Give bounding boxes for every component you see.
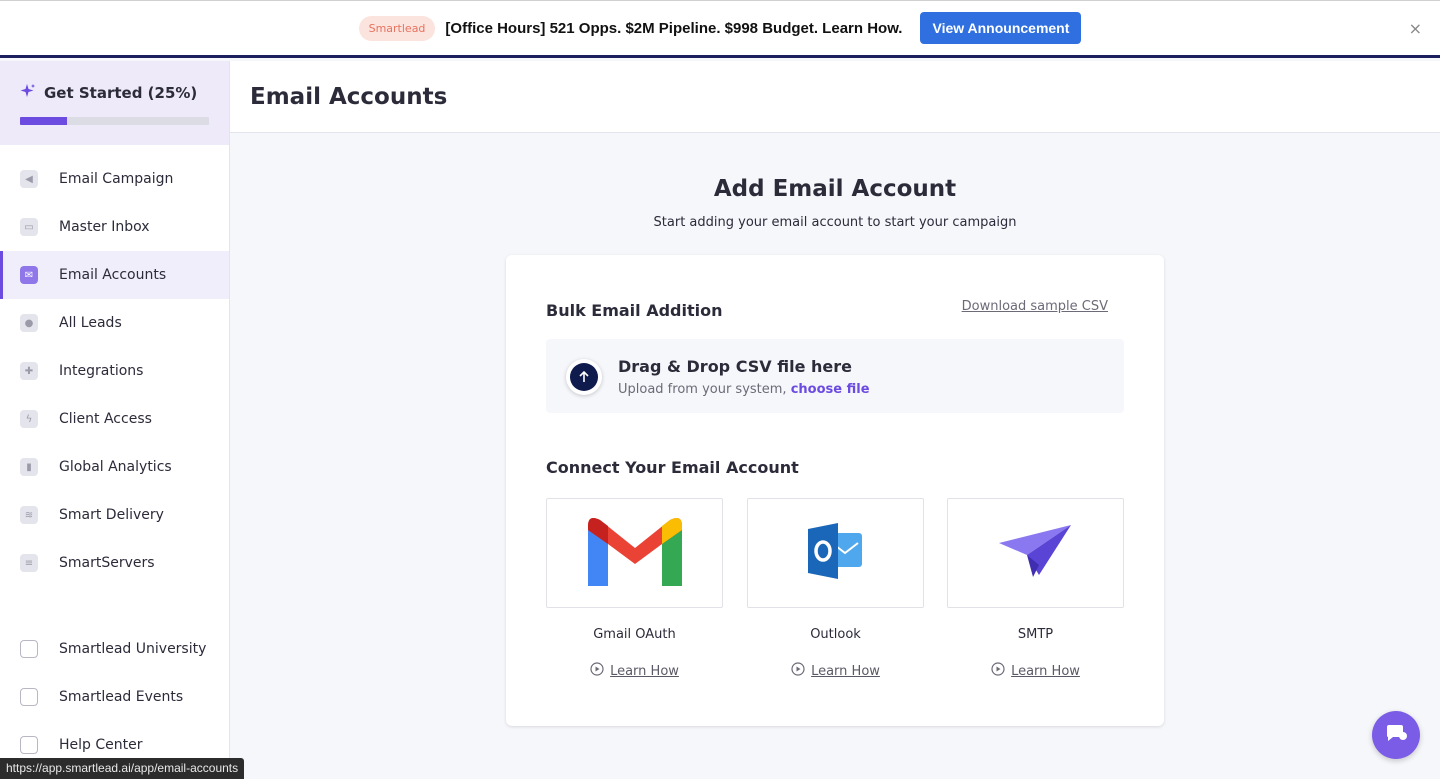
sidebar-item-email-accounts[interactable]: ✉ Email Accounts xyxy=(0,251,229,299)
page-header: Email Accounts xyxy=(230,61,1440,133)
mail-icon: ✉ xyxy=(20,266,38,284)
connect-account-title: Connect Your Email Account xyxy=(546,458,799,477)
outlook-learn-how-link[interactable]: Learn How xyxy=(747,662,924,680)
sidebar-item-integrations[interactable]: ✚ Integrations xyxy=(0,347,229,395)
add-account-card: Bulk Email Addition Download sample CSV … xyxy=(506,255,1164,726)
sidebar-item-label: Global Analytics xyxy=(59,459,172,475)
outlook-label: Outlook xyxy=(810,627,861,642)
gmail-oauth-card[interactable] xyxy=(546,498,723,608)
download-sample-csv-link[interactable]: Download sample CSV xyxy=(962,299,1108,314)
sidebar-item-label: Email Accounts xyxy=(59,267,167,283)
sidebar-item-smart-delivery[interactable]: ≋ Smart Delivery xyxy=(0,491,229,539)
outlook-icon xyxy=(807,523,864,583)
play-circle-icon xyxy=(590,662,604,680)
smtp-card[interactable] xyxy=(947,498,1124,608)
dropzone-subtitle-text: Upload from your system, xyxy=(618,382,791,397)
sidebar-item-label: Email Campaign xyxy=(59,171,174,187)
puzzle-icon: ✚ xyxy=(20,362,38,380)
bar-chart-icon: ▮ xyxy=(20,458,38,476)
events-icon xyxy=(20,688,38,706)
sidebar-item-label: Help Center xyxy=(59,737,143,753)
leads-icon: ● xyxy=(20,314,38,332)
gmail-learn-how-link[interactable]: Learn How xyxy=(546,662,723,680)
sidebar-nav: ◀ Email Campaign ▭ Master Inbox ✉ Email … xyxy=(0,155,229,587)
sidebar-bottom-nav: Smartlead University Smartlead Events He… xyxy=(0,625,229,769)
bulk-email-title: Bulk Email Addition xyxy=(546,301,723,320)
view-announcement-button[interactable]: View Announcement xyxy=(920,12,1082,44)
sidebar-item-label: Smartlead Events xyxy=(59,689,184,705)
progress-fill xyxy=(20,117,68,125)
sidebar-item-global-analytics[interactable]: ▮ Global Analytics xyxy=(0,443,229,491)
close-icon[interactable]: × xyxy=(1409,19,1422,38)
dropzone-subtitle: Upload from your system, choose file xyxy=(618,382,870,397)
smtp-label: SMTP xyxy=(1017,627,1054,642)
server-icon: ≡ xyxy=(20,554,38,572)
dropzone-title: Drag & Drop CSV file here xyxy=(618,357,852,376)
add-account-subtitle: Start adding your email account to start… xyxy=(653,215,1017,230)
chat-support-button[interactable] xyxy=(1372,711,1420,759)
csv-dropzone[interactable]: Drag & Drop CSV file here Upload from yo… xyxy=(546,339,1124,413)
sidebar-item-label: Smartlead University xyxy=(59,641,207,657)
get-started-panel[interactable]: Get Started (25%) xyxy=(0,61,229,145)
sparkle-icon xyxy=(20,83,36,103)
paper-plane-icon xyxy=(998,525,1073,581)
sidebar-item-smartlead-university[interactable]: Smartlead University xyxy=(0,625,229,673)
sidebar-item-client-access[interactable]: ϟ Client Access xyxy=(0,395,229,443)
chat-icon xyxy=(1384,721,1408,749)
get-started-label: Get Started (25%) xyxy=(44,84,198,102)
add-account-title: Add Email Account xyxy=(713,176,957,202)
get-started-progress xyxy=(20,117,209,125)
gmail-icon xyxy=(587,516,682,590)
status-bar-url: https://app.smartlead.ai/app/email-accou… xyxy=(0,758,245,779)
sidebar-item-email-campaign[interactable]: ◀ Email Campaign xyxy=(0,155,229,203)
play-circle-icon xyxy=(791,662,805,680)
inbox-icon: ▭ xyxy=(20,218,38,236)
upload-icon xyxy=(566,359,602,395)
sidebar-item-all-leads[interactable]: ● All Leads xyxy=(0,299,229,347)
sidebar-item-label: All Leads xyxy=(59,315,122,331)
sidebar-item-master-inbox[interactable]: ▭ Master Inbox xyxy=(0,203,229,251)
sidebar-item-label: Integrations xyxy=(59,363,144,379)
page-title: Email Accounts xyxy=(250,83,448,110)
sidebar-item-label: SmartServers xyxy=(59,555,155,571)
megaphone-icon: ◀ xyxy=(20,170,38,188)
outlook-card[interactable] xyxy=(747,498,924,608)
sidebar-item-smartlead-events[interactable]: Smartlead Events xyxy=(0,673,229,721)
banner-tag: Smartlead xyxy=(358,15,436,41)
play-circle-icon xyxy=(991,662,1005,680)
sidebar-item-label: Master Inbox xyxy=(59,219,150,235)
smtp-learn-how-link[interactable]: Learn How xyxy=(947,662,1124,680)
learn-how-label: Learn How xyxy=(811,663,880,679)
learn-how-label: Learn How xyxy=(610,663,679,679)
layers-icon: ≋ xyxy=(20,506,38,524)
sidebar: Get Started (25%) ◀ Email Campaign ▭ Mas… xyxy=(0,61,230,779)
sidebar-item-label: Client Access xyxy=(59,411,152,427)
sidebar-item-label: Smart Delivery xyxy=(59,507,164,523)
bolt-icon: ϟ xyxy=(20,410,38,428)
help-book-icon xyxy=(20,736,38,754)
learn-how-label: Learn How xyxy=(1011,663,1080,679)
university-icon xyxy=(20,640,38,658)
announcement-banner: Smartlead [Office Hours] 521 Opps. $2M P… xyxy=(0,0,1440,58)
banner-text: [Office Hours] 521 Opps. $2M Pipeline. $… xyxy=(445,19,903,37)
choose-file-link[interactable]: choose file xyxy=(791,382,870,397)
sidebar-item-smartservers[interactable]: ≡ SmartServers xyxy=(0,539,229,587)
gmail-oauth-label: Gmail OAuth xyxy=(593,627,676,642)
